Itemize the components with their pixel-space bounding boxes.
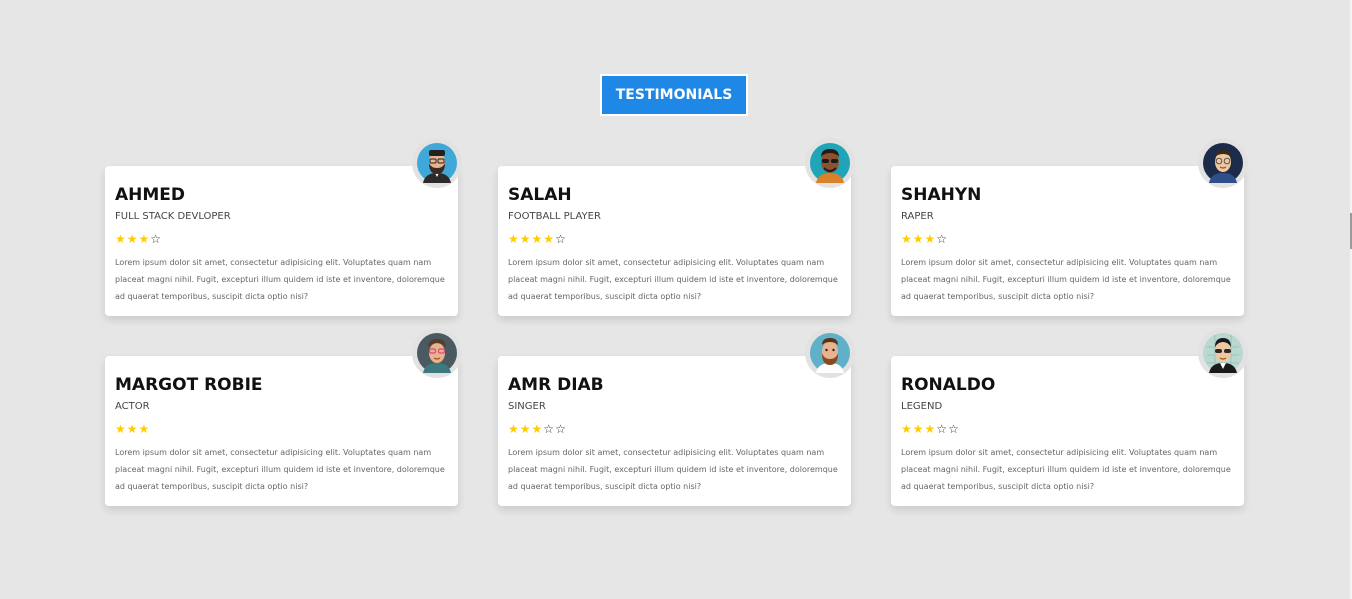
person-role: SINGER	[508, 401, 546, 412]
star-filled-icon: ★	[508, 232, 520, 246]
avatar	[412, 328, 462, 378]
star-filled-icon: ★	[543, 232, 556, 246]
star-filled-icon: ★	[519, 422, 532, 436]
avatar	[1198, 328, 1248, 378]
person-role: ACTOR	[115, 401, 150, 412]
testimonial-card: RONALDO LEGEND ★★★☆☆ Lorem ipsum dolor s…	[891, 328, 1248, 506]
person-role: LEGEND	[901, 401, 943, 412]
star-rating: ★★★☆	[901, 232, 1234, 246]
testimonial-text: Lorem ipsum dolor sit amet, consectetur …	[115, 448, 445, 491]
star-filled-icon: ★	[924, 232, 937, 246]
star-filled-icon: ★	[924, 422, 937, 436]
avatar-bearded-cap-icon	[417, 143, 457, 183]
person-name: RONALDO	[901, 375, 996, 395]
star-filled-icon: ★	[126, 232, 139, 246]
star-empty-icon: ☆	[150, 232, 163, 246]
star-rating: ★★★★☆	[508, 232, 841, 246]
avatar	[805, 328, 855, 378]
testimonial-card: SALAH FOOTBALL PLAYER ★★★★☆ Lorem ipsum …	[498, 138, 855, 316]
person-name: SALAH	[508, 185, 572, 205]
person-name: MARGOT ROBIE	[115, 375, 263, 395]
star-empty-icon: ☆	[555, 422, 567, 436]
avatar-sunglasses-icon	[810, 143, 850, 183]
testimonials-grid: AHMED FULL STACK DEVLOPER ★★★☆ Lorem ips…	[105, 138, 1248, 506]
testimonial-text: Lorem ipsum dolor sit amet, consectetur …	[901, 448, 1231, 491]
star-empty-icon: ☆	[555, 232, 567, 246]
star-filled-icon: ★	[115, 232, 127, 246]
avatar-beard-icon	[810, 333, 850, 373]
avatar-pink-glasses-icon	[417, 333, 457, 373]
testimonial-card: AHMED FULL STACK DEVLOPER ★★★☆ Lorem ips…	[105, 138, 462, 316]
star-rating: ★★★☆☆	[901, 422, 1234, 436]
star-filled-icon: ★	[901, 232, 913, 246]
testimonial-text: Lorem ipsum dolor sit amet, consectetur …	[901, 258, 1231, 301]
star-filled-icon: ★	[138, 232, 151, 246]
testimonial-text: Lorem ipsum dolor sit amet, consectetur …	[508, 448, 838, 491]
section-title-text: TESTIMONIALS	[615, 87, 733, 103]
star-filled-icon: ★	[508, 422, 520, 436]
person-role: RAPER	[901, 211, 934, 222]
star-empty-icon: ☆	[936, 232, 949, 246]
avatar-glasses-icon	[1203, 143, 1243, 183]
star-filled-icon: ★	[531, 422, 544, 436]
testimonial-card: AMR DIAB SINGER ★★★☆☆ Lorem ipsum dolor …	[498, 328, 855, 506]
testimonial-text: Lorem ipsum dolor sit amet, consectetur …	[115, 258, 445, 301]
star-empty-icon: ☆	[543, 422, 556, 436]
star-filled-icon: ★	[115, 422, 127, 436]
testimonial-card: MARGOT ROBIE ACTOR ★★★ Lorem ipsum dolor…	[105, 328, 462, 506]
testimonial-text: Lorem ipsum dolor sit amet, consectetur …	[508, 258, 838, 301]
avatar	[1198, 138, 1248, 188]
person-role: FULL STACK DEVLOPER	[115, 211, 231, 222]
person-role: FOOTBALL PLAYER	[508, 211, 601, 222]
person-name: AHMED	[115, 185, 186, 205]
star-rating: ★★★	[115, 422, 448, 436]
star-filled-icon: ★	[138, 422, 151, 436]
star-filled-icon: ★	[531, 232, 544, 246]
star-empty-icon: ☆	[936, 422, 949, 436]
star-rating: ★★★☆☆	[508, 422, 841, 436]
star-filled-icon: ★	[126, 422, 139, 436]
avatar	[805, 138, 855, 188]
star-filled-icon: ★	[901, 422, 913, 436]
star-filled-icon: ★	[912, 232, 925, 246]
star-empty-icon: ☆	[948, 422, 960, 436]
avatar	[412, 138, 462, 188]
person-name: AMR DIAB	[508, 375, 604, 395]
star-rating: ★★★☆	[115, 232, 448, 246]
star-filled-icon: ★	[519, 232, 532, 246]
star-filled-icon: ★	[912, 422, 925, 436]
section-title: TESTIMONIALS	[600, 74, 748, 116]
person-name: SHAHYN	[901, 185, 982, 205]
avatar-aviator-icon	[1203, 333, 1243, 373]
testimonial-card: SHAHYN RAPER ★★★☆ Lorem ipsum dolor sit …	[891, 138, 1248, 316]
